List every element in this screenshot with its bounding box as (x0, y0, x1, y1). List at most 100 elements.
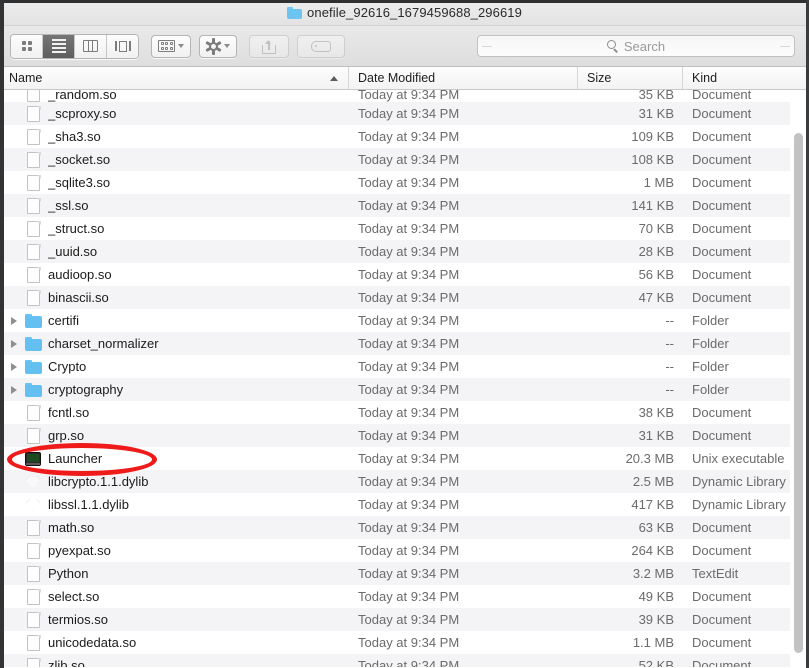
table-row[interactable]: _socket.so Today at 9:34 PM 108 KB Document (0, 148, 809, 171)
file-name-cell[interactable]: termios.so (0, 611, 349, 628)
action-menu-button[interactable] (199, 34, 237, 58)
disclosure-triangle-icon[interactable] (6, 385, 22, 394)
table-row[interactable]: zlib.so Today at 9:34 PM 52 KB Document (0, 654, 809, 667)
file-name-cell[interactable]: Crypto (0, 359, 349, 374)
search-input[interactable]: Search (477, 35, 795, 57)
file-name-cell[interactable]: libssl.1.1.dylib (0, 497, 349, 512)
column-header-name[interactable]: Name (0, 67, 349, 89)
table-row[interactable]: grp.so Today at 9:34 PM 31 KB Document (0, 424, 809, 447)
column-header-row: Name Date Modified Size Kind (0, 67, 809, 90)
file-name-cell[interactable]: select.so (0, 588, 349, 605)
icon-view-button[interactable] (11, 34, 43, 58)
file-name-cell[interactable]: unicodedata.so (0, 634, 349, 651)
file-name-cell[interactable]: math.so (0, 519, 349, 536)
file-date-cell: Today at 9:34 PM (358, 658, 460, 667)
file-name-label: _sha3.so (48, 129, 101, 144)
file-name-cell[interactable]: _socket.so (0, 151, 349, 168)
document-icon (26, 634, 41, 651)
file-kind-cell: Document (692, 635, 752, 650)
file-name-cell[interactable]: binascii.so (0, 289, 349, 306)
file-name-cell[interactable]: _random.so (0, 90, 349, 102)
table-row[interactable]: _struct.so Today at 9:34 PM 70 KB Document (0, 217, 809, 240)
file-name-cell[interactable]: Python (0, 565, 349, 582)
file-name-cell[interactable]: _ssl.so (0, 197, 349, 214)
file-name-label: grp.so (48, 428, 85, 443)
file-name-cell[interactable]: _uuid.so (0, 243, 349, 260)
file-icon (22, 497, 44, 512)
folder-icon (24, 336, 42, 351)
file-name-label: math.so (48, 520, 95, 535)
column-header-name-label: Name (9, 71, 43, 85)
column-header-date-modified[interactable]: Date Modified (349, 67, 578, 89)
file-name-cell[interactable]: certifi (0, 313, 349, 328)
vertical-scrollbar[interactable] (793, 90, 804, 667)
column-header-kind[interactable]: Kind (683, 67, 806, 89)
table-row[interactable]: pyexpat.so Today at 9:34 PM 264 KB Document (0, 539, 809, 562)
table-row[interactable]: _scproxy.so Today at 9:34 PM 31 KB Document (0, 102, 809, 125)
disclosure-triangle-icon[interactable] (6, 362, 22, 371)
file-name-cell[interactable]: _struct.so (0, 220, 349, 237)
table-row[interactable]: math.so Today at 9:34 PM 63 KB Document (0, 516, 809, 539)
table-row[interactable]: _sqlite3.so Today at 9:34 PM 1 MB Document (0, 171, 809, 194)
file-kind-cell: Document (692, 90, 752, 102)
table-row[interactable]: fcntl.so Today at 9:34 PM 38 KB Document (0, 401, 809, 424)
table-row[interactable]: certifi Today at 9:34 PM -- Folder (0, 309, 809, 332)
table-row[interactable]: termios.so Today at 9:34 PM 39 KB Document (0, 608, 809, 631)
file-name-cell[interactable]: _sqlite3.so (0, 174, 349, 191)
column-header-size[interactable]: Size (578, 67, 683, 89)
file-name-cell[interactable]: Launcher (0, 451, 349, 466)
list-view-button[interactable] (43, 34, 75, 58)
file-size-cell: 1.1 MB (632, 635, 674, 650)
file-name-cell[interactable]: cryptography (0, 382, 349, 397)
table-row[interactable]: libcrypto.1.1.dylib Today at 9:34 PM 2.5 M… (0, 470, 809, 493)
tags-button[interactable] (297, 34, 345, 58)
file-date-cell: Today at 9:34 PM (358, 382, 460, 397)
table-row[interactable]: Python Today at 9:34 PM 3.2 MB TextEdit (0, 562, 809, 585)
view-mode-segmented-control[interactable] (10, 33, 139, 59)
file-name-cell[interactable]: audioop.so (0, 266, 349, 283)
grid-icon (21, 41, 32, 51)
file-size-cell: 108 KB (631, 152, 674, 167)
table-row[interactable]: libssl.1.1.dylib Today at 9:34 PM 417 KB Dy… (0, 493, 809, 516)
file-kind-cell: Document (692, 543, 752, 558)
column-view-button[interactable] (75, 34, 107, 58)
table-row[interactable]: _sha3.so Today at 9:34 PM 109 KB Document (0, 125, 809, 148)
file-name-cell[interactable]: grp.so (0, 427, 349, 444)
file-name-label: Launcher (48, 451, 103, 466)
table-row[interactable]: audioop.so Today at 9:34 PM 56 KB Document (0, 263, 809, 286)
gallery-view-button[interactable] (107, 34, 138, 58)
table-row[interactable]: _random.so Today at 9:34 PM 35 KB Document (0, 90, 809, 102)
document-icon (26, 565, 41, 582)
file-name-cell[interactable]: _scproxy.so (0, 105, 349, 122)
table-row[interactable]: binascii.so Today at 9:34 PM 47 KB Document (0, 286, 809, 309)
disclosure-triangle-icon[interactable] (6, 316, 22, 325)
arrange-by-button[interactable] (151, 34, 191, 58)
file-name-cell[interactable]: libcrypto.1.1.dylib (0, 474, 349, 489)
file-name-label: _random.so (48, 90, 117, 102)
file-name-cell[interactable]: pyexpat.so (0, 542, 349, 559)
file-size-cell: 49 KB (638, 589, 674, 604)
title-bar: onefile_92616_1679459688_296619 (0, 0, 809, 26)
scrollbar-thumb[interactable] (794, 133, 803, 653)
file-list[interactable]: _random.so Today at 9:34 PM 35 KB Document _… (0, 90, 809, 667)
file-name-cell[interactable]: charset_normalizer (0, 336, 349, 351)
table-row[interactable]: _uuid.so Today at 9:34 PM 28 KB Document (0, 240, 809, 263)
table-row[interactable]: Launcher Today at 9:34 PM 20.3 MB Unix exec… (0, 447, 809, 470)
share-button[interactable] (249, 34, 289, 58)
table-row[interactable]: select.so Today at 9:34 PM 49 KB Document (0, 585, 809, 608)
file-name-cell[interactable]: _sha3.so (0, 128, 349, 145)
file-name-cell[interactable]: fcntl.so (0, 404, 349, 421)
table-row[interactable]: _ssl.so Today at 9:34 PM 141 KB Document (0, 194, 809, 217)
column-header-kind-label: Kind (692, 71, 718, 85)
table-row[interactable]: unicodedata.so Today at 9:34 PM 1.1 MB Docu… (0, 631, 809, 654)
file-name-cell[interactable]: zlib.so (0, 657, 349, 667)
file-size-cell: 52 KB (638, 658, 674, 667)
table-row[interactable]: Crypto Today at 9:34 PM -- Folder (0, 355, 809, 378)
file-name-label: select.so (48, 589, 100, 604)
search-field-wrapper[interactable]: Search (477, 35, 795, 57)
disclosure-triangle-icon[interactable] (6, 339, 22, 348)
table-row[interactable]: cryptography Today at 9:34 PM -- Folder (0, 378, 809, 401)
table-row[interactable]: charset_normalizer Today at 9:34 PM -- Fold… (0, 332, 809, 355)
file-kind-cell: Folder (692, 336, 729, 351)
file-size-cell: 39 KB (638, 612, 674, 627)
